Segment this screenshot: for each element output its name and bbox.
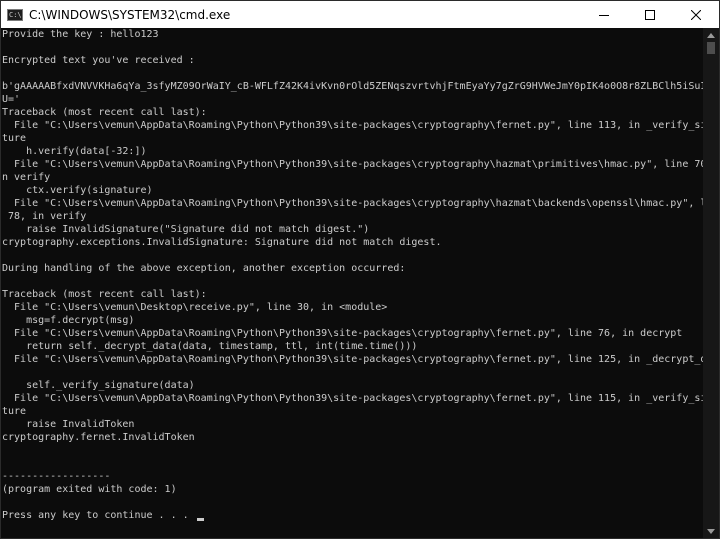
chevron-down-icon (707, 528, 715, 534)
console-line: File "C:\Users\vemun\AppData\Roaming\Pyt… (2, 393, 705, 404)
console-line: n verify (2, 172, 51, 183)
console-line: Traceback (most recent call last): (2, 107, 207, 118)
console-line: raise InvalidSignature("Signature did no… (2, 224, 370, 235)
console-line: File "C:\Users\vemun\AppData\Roaming\Pyt… (2, 159, 705, 170)
console-line: 78, in verify (2, 211, 87, 222)
close-icon (691, 9, 701, 20)
scroll-up-button[interactable] (703, 28, 719, 42)
console-line: cryptography.exceptions.InvalidSignature… (2, 237, 442, 248)
window-controls (581, 1, 719, 28)
minimize-icon (599, 14, 609, 16)
close-button[interactable] (673, 1, 719, 28)
console-line: File "C:\Users\vemun\AppData\Roaming\Pyt… (2, 198, 705, 209)
console-line: cryptography.fernet.InvalidToken (2, 432, 195, 443)
console-line: Press any key to continue . . . (2, 510, 195, 521)
console-line: b'gAAAAABfxdVNVVKHa6qYa_3sfyMZ09OrWaIY_c… (2, 81, 705, 92)
console-line: Encrypted text you've received : (2, 55, 195, 66)
maximize-button[interactable] (627, 1, 673, 28)
console-line: File "C:\Users\vemun\Desktop\receive.py"… (2, 302, 388, 313)
minimize-button[interactable] (581, 1, 627, 28)
console-text: Provide the key : hello123 Encrypted tex… (1, 28, 705, 522)
console-line: ture (2, 406, 27, 417)
scroll-down-button[interactable] (703, 524, 719, 538)
text-cursor (196, 518, 204, 521)
console-line: raise InvalidToken (2, 419, 135, 430)
vertical-scrollbar[interactable] (703, 28, 719, 538)
console-line: ctx.verify(signature) (2, 185, 153, 196)
console-line: (program exited with code: 1) (2, 484, 177, 495)
console-line: h.verify(data[-32:]) (2, 146, 147, 157)
cmd-icon-text: C:\ (9, 10, 22, 19)
cmd-window: C:\ C:\WINDOWS\SYSTEM32\cmd.exe Provide … (0, 0, 720, 539)
maximize-icon (645, 9, 655, 20)
console-line: File "C:\Users\vemun\AppData\Roaming\Pyt… (2, 328, 683, 339)
window-title: C:\WINDOWS\SYSTEM32\cmd.exe (29, 7, 231, 22)
console-line: Provide the key : hello123 (2, 29, 159, 40)
console-line: return self._decrypt_data(data, timestam… (2, 341, 418, 352)
console-line: U=' (2, 94, 21, 105)
cmd-icon[interactable]: C:\ (7, 8, 23, 21)
scroll-thumb[interactable] (707, 42, 715, 54)
console-line: File "C:\Users\vemun\AppData\Roaming\Pyt… (2, 354, 705, 365)
console-line: During handling of the above exception, … (2, 263, 406, 274)
console-line: ture (2, 133, 27, 144)
console-line: self._verify_signature(data) (2, 380, 195, 391)
console-output[interactable]: Provide the key : hello123 Encrypted tex… (1, 28, 705, 538)
console-line: Traceback (most recent call last): (2, 289, 207, 300)
title-bar[interactable]: C:\ C:\WINDOWS\SYSTEM32\cmd.exe (1, 1, 719, 28)
console-line: msg=f.decrypt(msg) (2, 315, 135, 326)
console-line: ------------------ (2, 471, 111, 482)
chevron-up-icon (707, 32, 715, 38)
console-line: File "C:\Users\vemun\AppData\Roaming\Pyt… (2, 120, 705, 131)
